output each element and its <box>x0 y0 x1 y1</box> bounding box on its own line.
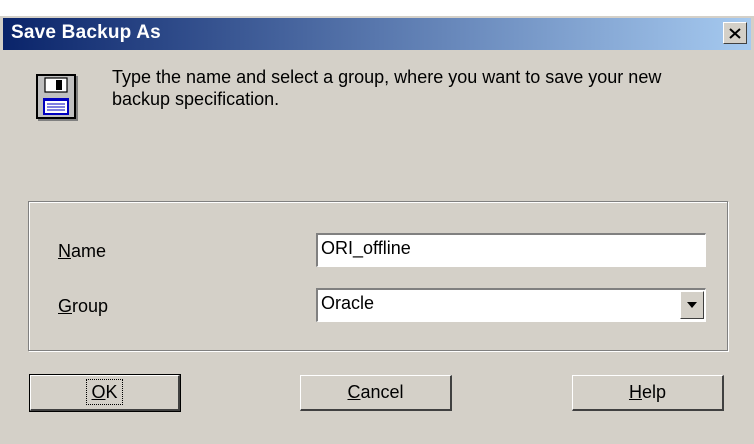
top-strip <box>0 0 754 16</box>
save-backup-dialog: Save Backup As Type the name and select … <box>0 16 754 444</box>
group-select[interactable]: Oracle <box>315 287 707 323</box>
close-icon <box>729 27 741 39</box>
close-button[interactable] <box>723 22 747 44</box>
name-label: Name <box>58 241 107 261</box>
help-button[interactable]: Help <box>572 375 724 411</box>
group-selected-value: Oracle <box>321 293 375 313</box>
dialog-description: Type the name and select a group, where … <box>112 67 662 109</box>
group-dropdown-button[interactable] <box>680 291 704 319</box>
floppy-disk-icon <box>36 74 78 121</box>
chevron-down-icon <box>687 302 697 308</box>
cancel-button[interactable]: Cancel <box>300 375 452 411</box>
name-input[interactable]: ORI_offline <box>315 232 707 268</box>
group-label: Group <box>58 296 109 316</box>
title-bar[interactable]: Save Backup As <box>3 18 751 50</box>
ok-button[interactable]: OK <box>29 374 181 412</box>
form-groupbox <box>28 201 728 351</box>
dialog-title: Save Backup As <box>11 22 161 43</box>
